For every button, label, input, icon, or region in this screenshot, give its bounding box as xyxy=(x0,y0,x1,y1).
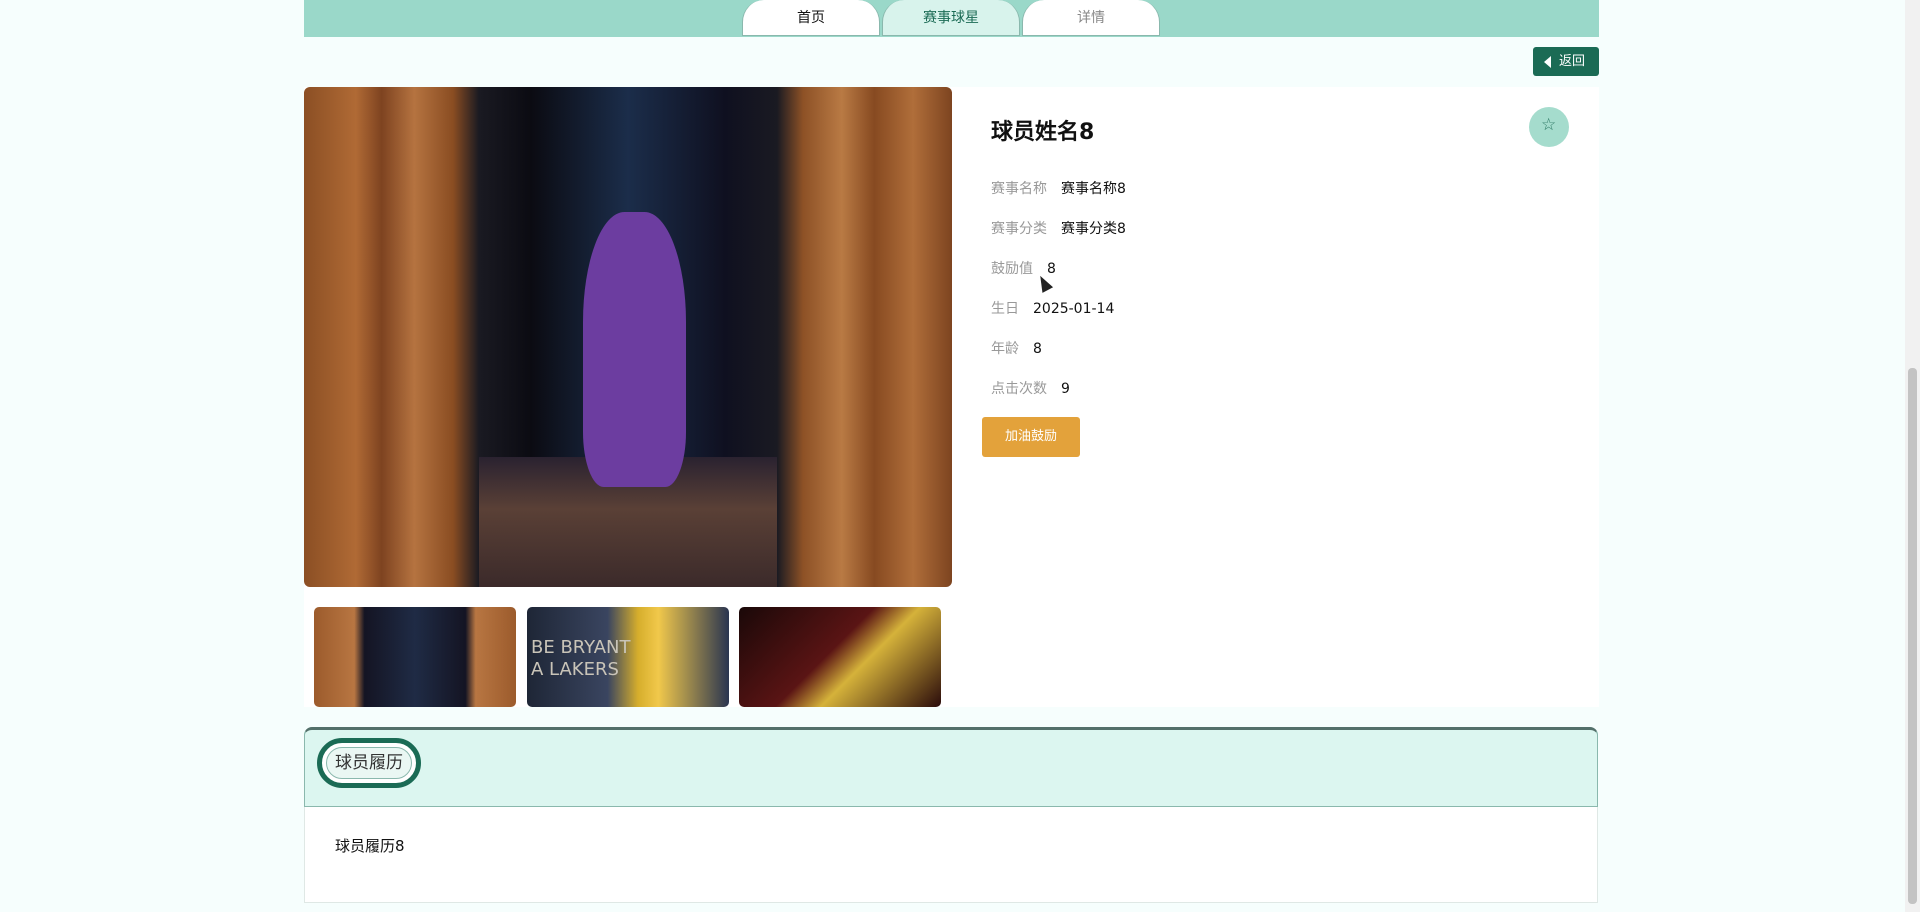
caret-left-icon xyxy=(1544,56,1551,68)
back-button[interactable]: 返回 xyxy=(1533,47,1599,76)
thumbnail-2-caption-line-1: BE BRYANT xyxy=(531,637,631,658)
resume-tab[interactable]: 球员履历 xyxy=(317,738,421,788)
field-key: 点击次数 xyxy=(991,381,1047,397)
thumbnail-1[interactable] xyxy=(314,607,516,707)
tab-home[interactable]: 首页 xyxy=(742,0,880,36)
field-click-count: 点击次数 9 xyxy=(991,378,1070,398)
field-birthday: 生日 2025-01-14 xyxy=(991,298,1114,318)
thumbnail-2[interactable]: BE BRYANT A LAKERS xyxy=(527,607,729,707)
star-icon: ☆ xyxy=(1541,115,1557,135)
thumbnail-2-caption: BE BRYANT A LAKERS xyxy=(531,637,631,681)
thumbnail-2-caption-line-2: A LAKERS xyxy=(531,659,619,680)
field-age: 年龄 8 xyxy=(991,338,1042,358)
top-nav-bar: 首页 赛事球星 详情 xyxy=(304,0,1599,37)
back-button-label: 返回 xyxy=(1559,54,1586,69)
field-key: 赛事分类 xyxy=(991,221,1047,237)
field-value: 赛事分类8 xyxy=(1061,221,1126,237)
field-value: 9 xyxy=(1061,381,1070,397)
field-value: 8 xyxy=(1047,261,1056,277)
resume-content: 球员履历8 xyxy=(304,807,1598,903)
field-key: 赛事名称 xyxy=(991,181,1047,197)
cheer-button[interactable]: 加油鼓励 xyxy=(982,417,1080,457)
field-key: 生日 xyxy=(991,301,1019,317)
field-value: 2025-01-14 xyxy=(1033,301,1115,317)
tab-event-players[interactable]: 赛事球星 xyxy=(882,0,1020,36)
resume-tab-label: 球员履历 xyxy=(326,747,412,779)
resume-header: 球员履历 xyxy=(304,727,1598,807)
resume-text: 球员履历8 xyxy=(335,837,405,855)
main-player-photo xyxy=(304,87,952,587)
field-event-name: 赛事名称 赛事名称8 xyxy=(991,178,1126,198)
player-name: 球员姓名8 xyxy=(991,120,1095,145)
tab-detail[interactable]: 详情 xyxy=(1022,0,1160,36)
field-key: 鼓励值 xyxy=(991,261,1033,277)
thumbnail-3[interactable] xyxy=(739,607,941,707)
page-scrollbar-thumb[interactable] xyxy=(1908,368,1917,904)
field-value: 赛事名称8 xyxy=(1061,181,1126,197)
favorite-button[interactable]: ☆ xyxy=(1529,107,1569,147)
field-event-category: 赛事分类 赛事分类8 xyxy=(991,218,1126,238)
field-value: 8 xyxy=(1033,341,1042,357)
photo-player-figure xyxy=(582,212,687,487)
field-key: 年龄 xyxy=(991,341,1019,357)
